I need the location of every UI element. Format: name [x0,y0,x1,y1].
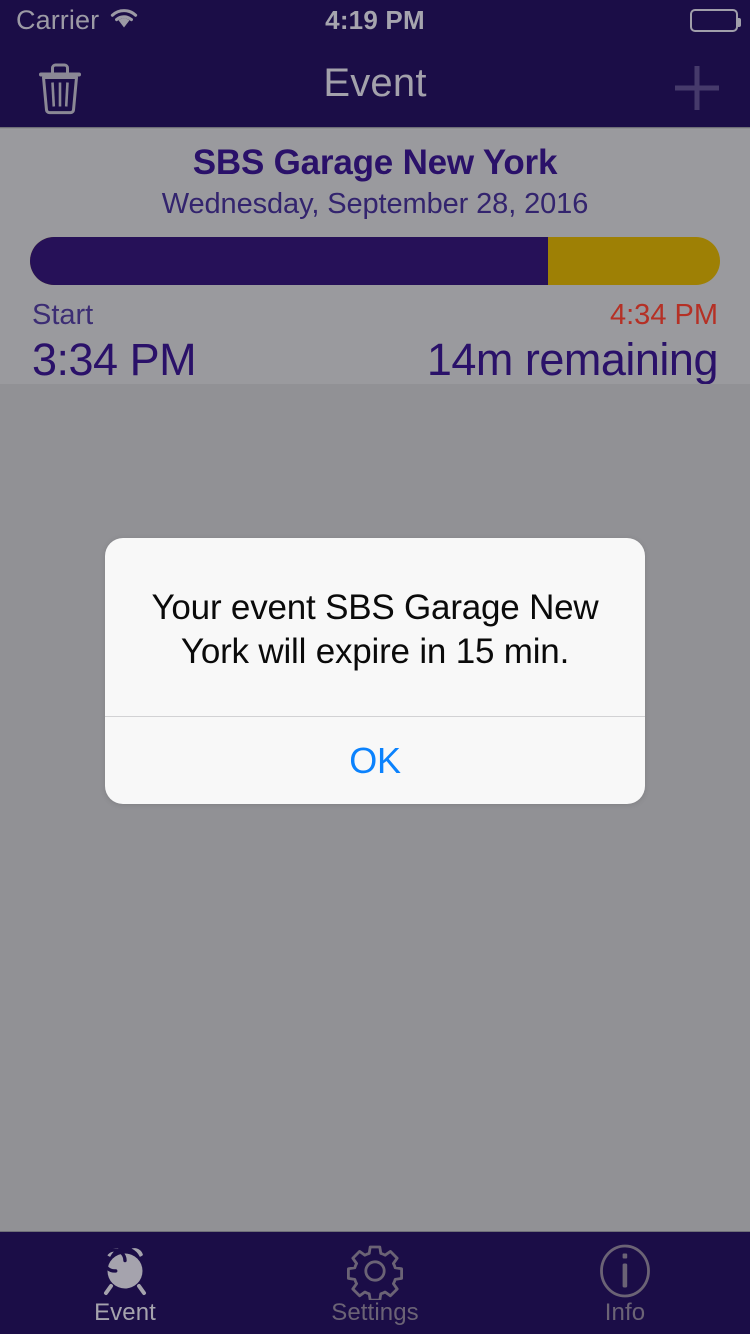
alert-message: Your event SBS Garage New York will expi… [151,588,599,672]
event-card: SBS Garage New York Wednesday, September… [0,129,750,386]
event-title: SBS Garage New York [192,143,558,182]
status-bar: Carrier 4:19 PM [0,0,750,40]
add-event-button[interactable] [666,62,728,114]
page-title: Event [323,61,427,105]
remaining-time-value: 14m remaining [426,334,719,385]
tab-label-settings: Settings [331,1299,419,1326]
dimmed-overlay [0,384,750,1231]
event-progress-fill [30,237,548,285]
alert-body: Your event SBS Garage New York will expi… [105,538,645,716]
tab-bar: Event Settings Info [0,1231,750,1334]
alert-ok-button[interactable]: OK [105,717,645,804]
expiry-alert-dialog: Your event SBS Garage New York will expi… [105,538,645,805]
status-bar-right [690,0,741,40]
alarm-clock-icon [95,1241,155,1301]
event-progress-bar [30,237,720,285]
tab-settings[interactable]: Settings [250,1232,500,1334]
info-circle-icon [596,1241,654,1301]
status-bar-clock: 4:19 PM [325,4,425,35]
start-label: Start [32,299,94,331]
delete-event-button[interactable] [28,60,92,116]
status-bar-center: 4:19 PM [0,0,750,40]
event-date: Wednesday, September 28, 2016 [161,188,589,220]
event-times-labels: Start 4:34 PM [32,299,718,332]
tab-label-info: Info [604,1299,646,1326]
tab-event[interactable]: Event [0,1232,250,1334]
alert-actions: OK [105,717,645,804]
navigation-bar: Event [0,40,750,128]
tab-label-event: Event [94,1299,156,1326]
event-times: Start 4:34 PM 3:34 PM 14m remaining [0,299,750,386]
end-time-label: 4:34 PM [610,299,718,331]
start-time-value: 3:34 PM [32,334,197,385]
app-screen: Carrier 4:19 PM Event SBS Garage New Yor… [0,0,750,1334]
tab-info[interactable]: Info [500,1232,750,1334]
event-times-values: 3:34 PM 14m remaining [32,334,719,386]
battery-icon [690,8,741,32]
gear-icon [346,1241,404,1301]
